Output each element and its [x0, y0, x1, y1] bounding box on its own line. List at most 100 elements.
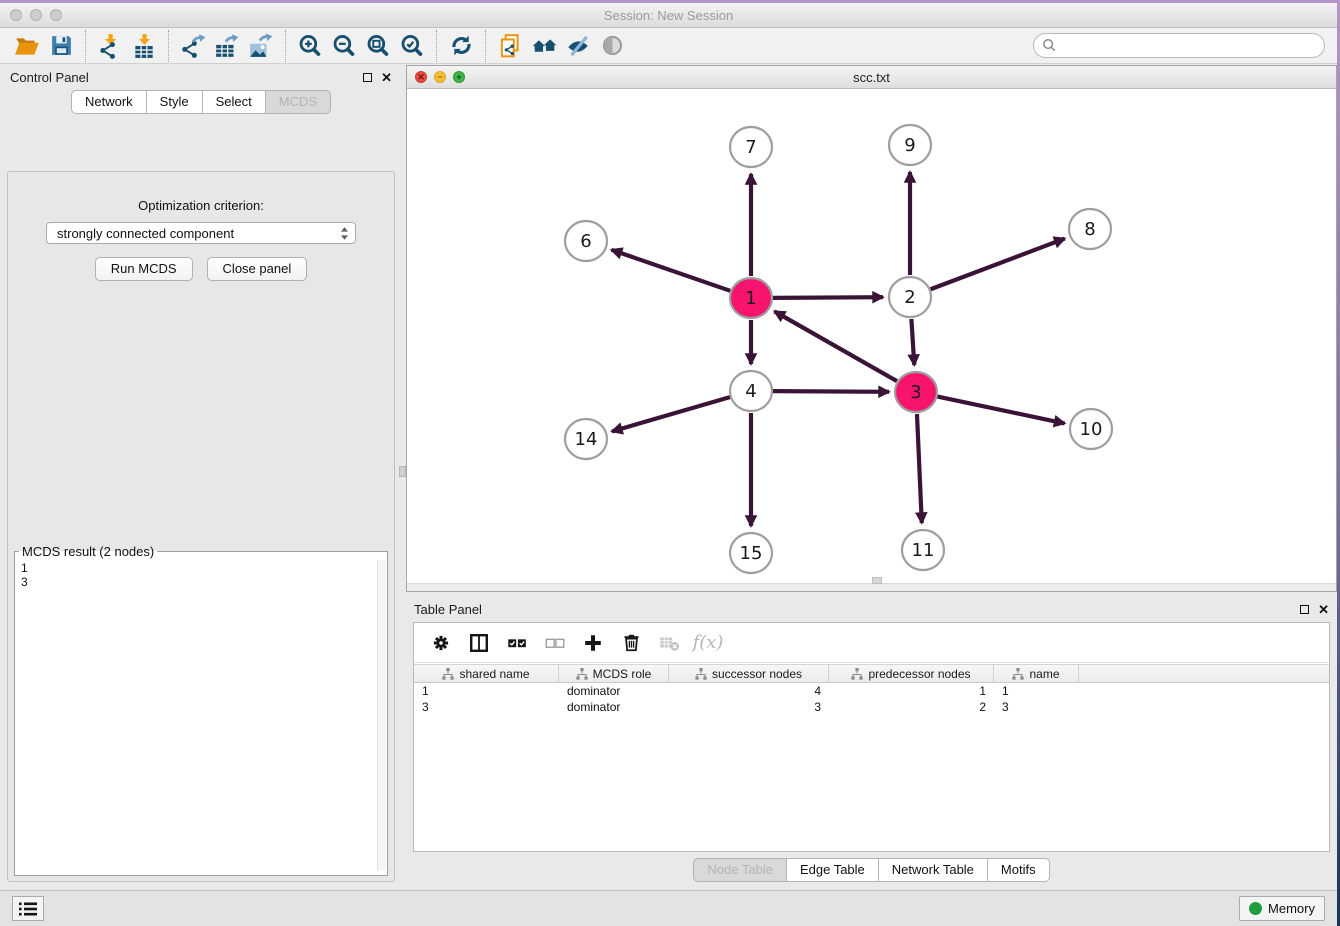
tab-style[interactable]: Style — [147, 90, 203, 114]
node-2[interactable]: 2 — [889, 277, 931, 317]
float-table-panel-icon[interactable] — [1300, 605, 1309, 614]
export-network-icon[interactable] — [176, 31, 210, 61]
run-mcds-button[interactable]: Run MCDS — [95, 257, 193, 281]
split-panel-icon[interactable] — [462, 627, 496, 659]
criterion-select[interactable]: strongly connected component — [46, 222, 356, 244]
function-builder-icon[interactable]: f(x) — [690, 627, 724, 659]
column-header-successor-nodes[interactable]: successor nodes — [669, 665, 829, 682]
node-11[interactable]: 11 — [902, 530, 944, 570]
import-network-icon[interactable] — [93, 31, 127, 61]
tab-select[interactable]: Select — [203, 90, 266, 114]
float-panel-icon[interactable] — [363, 73, 372, 82]
edge-4-14[interactable] — [612, 397, 730, 431]
export-table-icon[interactable] — [210, 31, 244, 61]
tab-motifs[interactable]: Motifs — [988, 858, 1050, 882]
zoom-window-button[interactable] — [50, 9, 62, 21]
edge-1-6[interactable] — [612, 250, 731, 291]
delete-column-icon[interactable] — [614, 627, 648, 659]
cell-predecessor-nodes[interactable]: 2 — [829, 700, 994, 714]
column-header-name[interactable]: name — [994, 665, 1079, 682]
node-10[interactable]: 10 — [1070, 409, 1112, 449]
memory-label: Memory — [1268, 901, 1315, 916]
table-row[interactable]: 1dominator411 — [414, 683, 1329, 699]
network-window-grip[interactable] — [872, 577, 882, 584]
panel-divider-grip[interactable] — [399, 466, 406, 477]
column-header-predecessor-nodes[interactable]: predecessor nodes — [829, 665, 994, 682]
edge-2-3[interactable] — [911, 319, 914, 365]
network-minimize-button[interactable]: − — [434, 71, 446, 83]
deselect-all-columns-icon[interactable] — [538, 627, 572, 659]
import-table-icon[interactable] — [127, 31, 161, 61]
add-column-icon[interactable] — [576, 627, 610, 659]
node-3[interactable]: 3 — [895, 372, 937, 412]
close-table-panel-icon[interactable]: ✕ — [1318, 603, 1329, 616]
bird-eye-view-icon[interactable] — [595, 31, 629, 61]
cell-name[interactable]: 3 — [994, 700, 1079, 714]
table-settings-icon[interactable] — [424, 627, 458, 659]
node-9[interactable]: 9 — [889, 125, 931, 165]
search-input[interactable] — [1062, 36, 1324, 56]
mcds-result-text[interactable]: 1 3 — [15, 559, 377, 871]
memory-button[interactable]: Memory — [1239, 896, 1325, 921]
node-label: 11 — [912, 540, 935, 561]
tab-network[interactable]: Network — [71, 90, 147, 114]
node-7[interactable]: 7 — [730, 127, 772, 167]
zoom-fit-icon[interactable] — [361, 31, 395, 61]
tab-node-table[interactable]: Node Table — [693, 858, 787, 882]
node-4[interactable]: 4 — [730, 371, 772, 411]
network-window-sash[interactable] — [407, 583, 1336, 591]
cell-shared-name[interactable]: 3 — [414, 700, 559, 714]
edge-4-3[interactable] — [773, 391, 889, 392]
hide-graphics-details-icon[interactable] — [561, 31, 595, 61]
export-image-icon[interactable] — [244, 31, 278, 61]
network-window-titlebar[interactable]: ✕ − + scc.txt — [407, 66, 1336, 89]
task-history-button[interactable] — [12, 896, 44, 921]
tab-network-table[interactable]: Network Table — [879, 858, 988, 882]
column-type-icon — [695, 668, 707, 680]
edge-3-1[interactable] — [774, 311, 896, 381]
network-canvas[interactable]: 7 9 6 8 1 2 4 3 14 10 15 11 — [407, 89, 1336, 583]
edge-3-11[interactable] — [917, 414, 922, 523]
node-15[interactable]: 15 — [730, 533, 772, 573]
cell-shared-name[interactable]: 1 — [414, 684, 559, 698]
zoom-selected-icon[interactable] — [395, 31, 429, 61]
minimize-window-button[interactable] — [30, 9, 42, 21]
cell-predecessor-nodes[interactable]: 1 — [829, 684, 994, 698]
edge-2-8[interactable] — [931, 239, 1065, 290]
edge-3-10[interactable] — [938, 397, 1065, 424]
select-all-columns-icon[interactable] — [500, 627, 534, 659]
cell-successor-nodes[interactable]: 4 — [669, 684, 829, 698]
table-panel: Table Panel ✕ — [406, 596, 1337, 890]
network-graph[interactable]: 7 9 6 8 1 2 4 3 14 10 15 11 — [407, 89, 1336, 585]
cell-MCDS-role[interactable]: dominator — [559, 684, 669, 698]
apply-layout-icon[interactable] — [444, 31, 478, 61]
column-header-shared-name[interactable]: shared name — [414, 665, 559, 682]
delete-table-icon[interactable] — [652, 627, 686, 659]
save-session-icon[interactable] — [44, 31, 78, 61]
search-box[interactable] — [1033, 33, 1325, 58]
mcds-result-scrollbar[interactable] — [377, 560, 386, 870]
node-1[interactable]: 1 — [730, 278, 772, 318]
cell-successor-nodes[interactable]: 3 — [669, 700, 829, 714]
edge-1-2[interactable] — [773, 297, 883, 298]
network-maximize-button[interactable]: + — [453, 71, 465, 83]
clone-network-icon[interactable] — [493, 31, 527, 61]
node-6[interactable]: 6 — [565, 221, 607, 261]
node-14[interactable]: 14 — [565, 419, 607, 459]
column-header-MCDS-role[interactable]: MCDS role — [559, 665, 669, 682]
zoom-out-icon[interactable] — [327, 31, 361, 61]
home-icon[interactable] — [527, 31, 561, 61]
close-window-button[interactable] — [10, 9, 22, 21]
close-panel-icon[interactable]: ✕ — [381, 71, 392, 84]
tab-mcds[interactable]: MCDS — [266, 90, 331, 114]
zoom-in-icon[interactable] — [293, 31, 327, 61]
close-panel-button[interactable]: Close panel — [207, 257, 308, 281]
node-8[interactable]: 8 — [1069, 209, 1111, 249]
control-panel-tabs: NetworkStyleSelectMCDS — [0, 90, 402, 114]
tab-edge-table[interactable]: Edge Table — [787, 858, 879, 882]
network-close-button[interactable]: ✕ — [415, 71, 427, 83]
table-row[interactable]: 3dominator323 — [414, 699, 1329, 715]
cell-MCDS-role[interactable]: dominator — [559, 700, 669, 714]
open-session-icon[interactable] — [10, 31, 44, 61]
cell-name[interactable]: 1 — [994, 684, 1079, 698]
